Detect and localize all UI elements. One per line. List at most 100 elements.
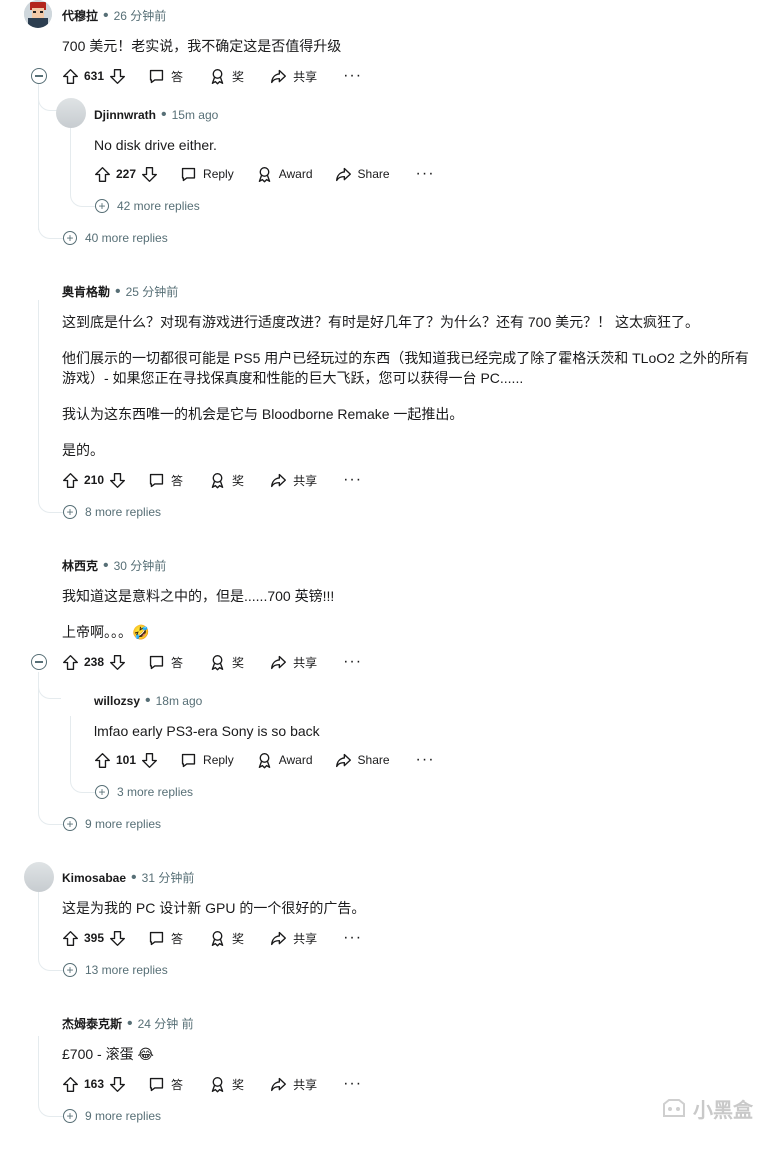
timestamp[interactable]: 26 分钟前 bbox=[114, 9, 167, 23]
vote-count: 227 bbox=[116, 167, 137, 181]
author-name[interactable]: 林西克 bbox=[62, 559, 98, 573]
overflow-menu-button[interactable]: ··· bbox=[343, 929, 362, 947]
expand-icon: + bbox=[63, 231, 77, 245]
award-label: 奖 bbox=[232, 931, 245, 946]
comment-body: 这到底是什么？对现有游戏进行适度改进？有时是好几年了？为什么？还有 700 美元… bbox=[62, 312, 762, 460]
action-bar: 163 答 奖 共享 ··· bbox=[62, 1072, 362, 1096]
award-button[interactable]: Award bbox=[256, 166, 313, 183]
avatar[interactable] bbox=[24, 0, 52, 28]
reply-button[interactable]: 答 bbox=[148, 930, 183, 947]
timestamp[interactable]: 24 分钟 前 bbox=[138, 1017, 194, 1031]
comment-icon bbox=[149, 473, 164, 487]
downvote-button[interactable] bbox=[109, 472, 126, 489]
author-name[interactable]: willozsy bbox=[94, 694, 140, 708]
reply-button[interactable]: 答 bbox=[148, 68, 183, 85]
share-button[interactable]: 共享 bbox=[270, 472, 317, 489]
upvote-button[interactable] bbox=[94, 166, 111, 183]
reply-label: 答 bbox=[171, 69, 184, 84]
collapse-button[interactable] bbox=[31, 654, 47, 670]
timestamp[interactable]: 25 分钟前 bbox=[126, 285, 179, 299]
share-button[interactable]: Share bbox=[335, 752, 390, 769]
award-button[interactable]: 奖 bbox=[209, 68, 244, 85]
overflow-menu-button[interactable]: ··· bbox=[416, 165, 435, 183]
downvote-button[interactable] bbox=[109, 1076, 126, 1093]
separator-dot: • bbox=[103, 557, 109, 574]
more-replies-link[interactable]: +9 more replies bbox=[63, 817, 161, 831]
share-button[interactable]: 共享 bbox=[270, 68, 317, 85]
upvote-icon bbox=[63, 930, 78, 946]
author-name[interactable]: 杰姆泰克斯 bbox=[62, 1017, 122, 1031]
award-button[interactable]: 奖 bbox=[209, 472, 244, 489]
collapse-button[interactable] bbox=[31, 68, 47, 84]
reply-button[interactable]: 答 bbox=[148, 1076, 183, 1093]
comment-body: lmfao early PS3-era Sony is so back bbox=[94, 723, 320, 739]
overflow-menu-button[interactable]: ··· bbox=[416, 751, 435, 769]
action-bar: 227 Reply Award Share ··· bbox=[94, 162, 435, 186]
overflow-menu-button[interactable]: ··· bbox=[343, 471, 362, 489]
more-replies-link[interactable]: +42 more replies bbox=[95, 199, 200, 213]
reply-label: 答 bbox=[171, 1077, 184, 1092]
award-button[interactable]: 奖 bbox=[209, 930, 244, 947]
more-replies-link[interactable]: +9 more replies bbox=[63, 1109, 161, 1123]
upvote-button[interactable] bbox=[62, 472, 79, 489]
timestamp[interactable]: 31 分钟前 bbox=[142, 871, 195, 885]
downvote-button[interactable] bbox=[141, 166, 158, 183]
upvote-button[interactable] bbox=[62, 68, 79, 85]
reply-button[interactable]: Reply bbox=[180, 166, 234, 183]
more-replies-link[interactable]: +13 more replies bbox=[63, 963, 168, 977]
share-button[interactable]: 共享 bbox=[270, 654, 317, 671]
award-label: 奖 bbox=[232, 69, 245, 84]
more-replies-label: 42 more replies bbox=[117, 199, 200, 213]
author-name[interactable]: Kimosabae bbox=[62, 871, 126, 885]
upvote-button[interactable] bbox=[62, 1076, 79, 1093]
award-button[interactable]: Award bbox=[256, 752, 313, 769]
comment-paragraph: £700 - 滚蛋 😂 bbox=[62, 1046, 154, 1062]
downvote-button[interactable] bbox=[109, 654, 126, 671]
author-name[interactable]: Djinnwrath bbox=[94, 108, 156, 122]
more-replies-link[interactable]: +8 more replies bbox=[63, 505, 161, 519]
avatar[interactable] bbox=[56, 98, 86, 128]
share-button[interactable]: Share bbox=[335, 166, 390, 183]
vote-count: 210 bbox=[84, 473, 105, 487]
separator-dot: • bbox=[127, 1015, 133, 1032]
expand-icon: + bbox=[95, 199, 109, 213]
avatar[interactable] bbox=[24, 862, 54, 892]
award-icon bbox=[258, 752, 270, 768]
upvote-button[interactable] bbox=[94, 752, 111, 769]
more-replies-link[interactable]: +40 more replies bbox=[63, 231, 168, 245]
upvote-button[interactable] bbox=[62, 930, 79, 947]
overflow-menu-button[interactable]: ··· bbox=[343, 67, 362, 85]
action-bar: 238 答 奖 共享 ··· bbox=[62, 650, 362, 674]
award-button[interactable]: 奖 bbox=[209, 654, 244, 671]
downvote-button[interactable] bbox=[109, 68, 126, 85]
more-replies-link[interactable]: +3 more replies bbox=[95, 785, 193, 799]
downvote-button[interactable] bbox=[141, 752, 158, 769]
overflow-menu-button[interactable]: ··· bbox=[343, 653, 362, 671]
upvote-icon bbox=[95, 166, 110, 182]
overflow-icon: ··· bbox=[343, 471, 363, 488]
overflow-menu-button[interactable]: ··· bbox=[343, 1075, 362, 1093]
reply-label: 答 bbox=[171, 931, 184, 946]
comment-header: willozsy • 18m ago bbox=[94, 692, 202, 710]
author-name[interactable]: 奥肯格勒 bbox=[62, 285, 110, 299]
thread-connector bbox=[38, 300, 63, 513]
downvote-button[interactable] bbox=[109, 930, 126, 947]
timestamp[interactable]: 15m ago bbox=[172, 108, 219, 122]
author-name[interactable]: 代穆拉 bbox=[62, 9, 98, 23]
timestamp[interactable]: 30 分钟前 bbox=[114, 559, 167, 573]
separator-dot: • bbox=[103, 7, 109, 24]
share-button[interactable]: 共享 bbox=[270, 930, 317, 947]
reply-button[interactable]: Reply bbox=[180, 752, 234, 769]
share-icon bbox=[271, 473, 287, 487]
reply-button[interactable]: 答 bbox=[148, 654, 183, 671]
reply-button[interactable]: 答 bbox=[148, 472, 183, 489]
reply-label: Reply bbox=[203, 167, 234, 181]
upvote-button[interactable] bbox=[62, 654, 79, 671]
share-button[interactable]: 共享 bbox=[270, 1076, 317, 1093]
downvote-icon bbox=[142, 752, 158, 768]
vote-count: 163 bbox=[84, 1077, 105, 1091]
timestamp[interactable]: 18m ago bbox=[156, 694, 203, 708]
award-button[interactable]: 奖 bbox=[209, 1076, 244, 1093]
comment-body: 我知道这是意料之中的，但是......700 英镑!!! 上帝啊。。。🤣 bbox=[62, 586, 752, 642]
overflow-icon: ··· bbox=[415, 751, 435, 768]
